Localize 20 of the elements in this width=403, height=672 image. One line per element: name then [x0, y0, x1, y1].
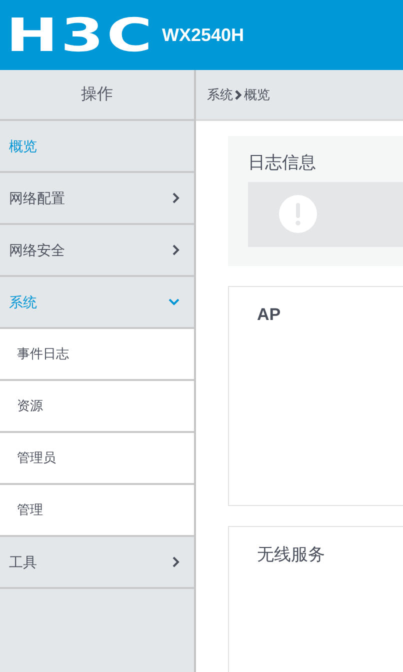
submenu-item[interactable]: 事件日志: [0, 329, 194, 381]
card-title: 无线服务: [257, 544, 325, 566]
submenu-item[interactable]: 管理员: [0, 433, 194, 485]
chevron-down-icon: [168, 298, 180, 306]
breadcrumb-item[interactable]: 系统: [207, 84, 233, 104]
chevron-right-icon: [172, 192, 180, 204]
sidebar-item[interactable]: 网络安全: [0, 225, 194, 277]
card-title: 日志信息: [248, 152, 317, 174]
sidebar-item[interactable]: 网络配置: [0, 173, 194, 225]
submenu-item[interactable]: 资源: [0, 381, 194, 433]
sidebar-item[interactable]: 工具: [0, 537, 194, 589]
sidebar-title: 操作: [81, 84, 113, 104]
submenu-item[interactable]: 管理: [0, 485, 194, 537]
exclamation-icon: [279, 195, 317, 233]
breadcrumb-item[interactable]: 概览: [244, 84, 270, 104]
chevron-right-icon: [172, 556, 180, 568]
chevron-right-icon: [235, 90, 242, 100]
card-title: AP: [257, 304, 281, 326]
chevron-right-icon: [172, 244, 180, 256]
device-model: WX2540H: [162, 24, 244, 46]
